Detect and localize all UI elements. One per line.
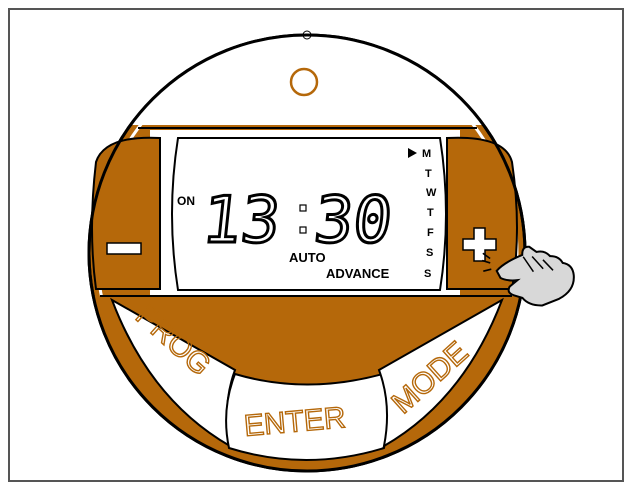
enter-button[interactable]: ENTER bbox=[225, 372, 389, 461]
minus-button[interactable] bbox=[91, 136, 161, 290]
lcd-day: S bbox=[424, 268, 431, 280]
lcd-colon-top bbox=[299, 204, 307, 212]
stage: ON 13 30 AUTO ADVANCE M T W T F S S PROG bbox=[0, 0, 638, 490]
lcd-day: T bbox=[425, 168, 432, 180]
lcd-day: F bbox=[427, 227, 434, 239]
lcd-day: M bbox=[422, 148, 431, 160]
lcd-day: W bbox=[426, 187, 437, 199]
lcd-on-label: ON bbox=[177, 194, 195, 208]
lcd-advance-label: ADVANCE bbox=[326, 266, 390, 281]
lcd-time-hours: 13 bbox=[199, 183, 284, 258]
lcd-auto-label: AUTO bbox=[289, 250, 326, 265]
lcd-day: S bbox=[426, 247, 433, 259]
minus-icon bbox=[106, 242, 142, 255]
timer-device: ON 13 30 AUTO ADVANCE M T W T F S S PROG bbox=[87, 30, 575, 473]
circle-indicator-icon bbox=[289, 67, 319, 97]
lcd-colon-bottom bbox=[299, 226, 307, 234]
lcd-time-minutes: 30 bbox=[311, 183, 396, 258]
lcd-day: T bbox=[427, 207, 434, 219]
